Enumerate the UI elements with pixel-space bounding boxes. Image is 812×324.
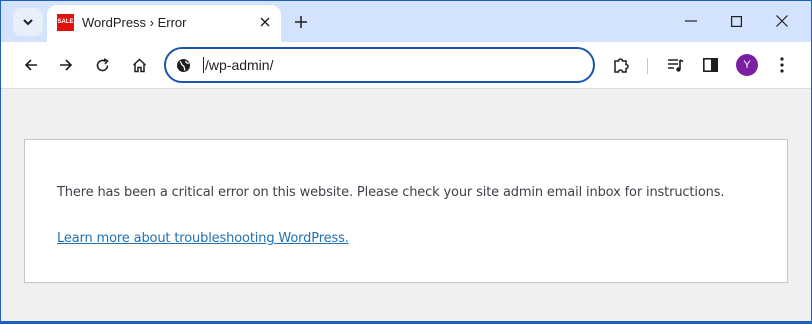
tab-active[interactable]: SALE WordPress › Error (47, 5, 281, 42)
browser-window: SALE WordPress › Error /wp-admin/ Y Ther… (0, 0, 812, 324)
address-bar[interactable]: /wp-admin/ (164, 47, 595, 83)
side-panel-button[interactable] (696, 51, 724, 79)
error-message: There has been a critical error on this … (57, 185, 725, 200)
favicon: SALE (57, 14, 74, 31)
new-tab-icon (295, 16, 307, 28)
site-info-button[interactable] (174, 56, 192, 74)
media-control-icon (667, 58, 684, 73)
tab-strip: SALE WordPress › Error (1, 1, 811, 42)
menu-icon (780, 57, 784, 73)
home-button[interactable] (125, 51, 153, 79)
error-panel: There has been a critical error on this … (24, 139, 788, 283)
tab-title: WordPress › Error (82, 15, 187, 30)
tab-search-button[interactable] (13, 8, 43, 36)
minimize-button[interactable] (668, 6, 714, 36)
forward-icon (59, 58, 73, 72)
profile-avatar[interactable]: Y (736, 54, 758, 76)
url-text[interactable]: /wp-admin/ (203, 57, 273, 73)
reload-button[interactable] (88, 51, 116, 79)
side-panel-icon (702, 58, 718, 72)
tab-search-icon (22, 16, 34, 28)
forward-button[interactable] (52, 51, 80, 79)
close-window-button[interactable] (759, 6, 805, 36)
minimize-icon (685, 20, 697, 22)
back-button[interactable] (17, 51, 45, 79)
extensions-button[interactable] (607, 51, 635, 79)
page-content: There has been a critical error on this … (1, 89, 811, 321)
browser-toolbar: /wp-admin/ Y (1, 42, 811, 89)
maximize-button[interactable] (713, 6, 759, 36)
maximize-icon (730, 15, 742, 27)
new-tab-button[interactable] (289, 10, 313, 34)
media-control-button[interactable] (661, 51, 689, 79)
extensions-icon (613, 57, 630, 74)
close-icon (260, 17, 270, 27)
menu-button[interactable] (768, 51, 796, 79)
troubleshooting-link[interactable]: Learn more about troubleshooting WordPre… (57, 231, 349, 246)
tab-close-button[interactable] (255, 12, 275, 32)
reload-icon (95, 57, 110, 73)
home-icon (132, 57, 147, 73)
close-window-icon (776, 15, 788, 27)
toolbar-divider (647, 58, 648, 74)
back-icon (24, 58, 38, 72)
site-info-icon (176, 58, 191, 73)
